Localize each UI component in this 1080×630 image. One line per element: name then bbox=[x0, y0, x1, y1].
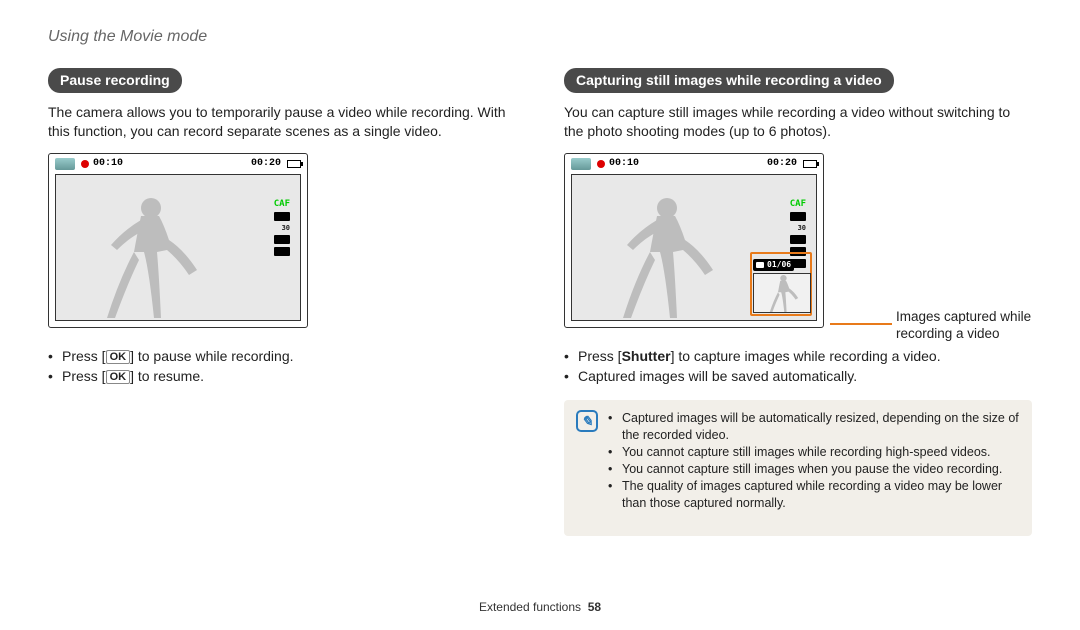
note-item: Captured images will be automatically re… bbox=[608, 410, 1020, 444]
shutter-label: Shutter bbox=[622, 348, 671, 364]
note-list: Captured images will be automatically re… bbox=[608, 410, 1020, 511]
footer-section: Extended functions bbox=[479, 600, 581, 614]
instruction-item: Captured images will be saved automatica… bbox=[564, 366, 1032, 386]
battery-icon bbox=[803, 160, 817, 168]
instruction-item: Press [Shutter] to capture images while … bbox=[564, 346, 1032, 366]
ok-button-label: OK bbox=[106, 350, 131, 364]
indicator-text: 30 bbox=[282, 224, 290, 232]
note-item: You cannot capture still images while re… bbox=[608, 444, 1020, 461]
thumb-count: 01/06 bbox=[767, 261, 791, 269]
instruction-list-left: Press [OK] to pause while recording. Pre… bbox=[48, 346, 516, 387]
page-section-title: Using the Movie mode bbox=[48, 28, 1032, 46]
instruction-item: Press [OK] to resume. bbox=[48, 366, 516, 386]
time-remain: 00:20 bbox=[767, 158, 797, 169]
indicator-text: 30 bbox=[798, 224, 806, 232]
indicator-icon bbox=[274, 247, 290, 256]
lcd-screenshot-left: 00:10 00:20 CAF 30 bbox=[48, 153, 308, 328]
record-icon bbox=[597, 160, 605, 168]
callout-line bbox=[830, 323, 892, 325]
indicator-icon bbox=[790, 235, 806, 244]
footer-page-number: 58 bbox=[588, 600, 601, 614]
note-item: You cannot capture still images when you… bbox=[608, 461, 1020, 478]
para-capture-stills: You can capture still images while recor… bbox=[564, 103, 1032, 141]
figure-skater-illustration bbox=[89, 190, 199, 320]
instruction-list-right: Press [Shutter] to capture images while … bbox=[564, 346, 1032, 387]
instruction-item: Press [OK] to pause while recording. bbox=[48, 346, 516, 366]
indicator-icon bbox=[790, 212, 806, 221]
para-pause-recording: The camera allows you to temporarily pau… bbox=[48, 103, 516, 141]
lcd-screenshot-right: 00:10 00:20 CAF 30 bbox=[564, 153, 824, 328]
camera-icon bbox=[756, 262, 764, 268]
note-item: The quality of images captured while rec… bbox=[608, 478, 1020, 512]
mode-icon bbox=[571, 158, 591, 170]
time-elapsed: 00:10 bbox=[93, 158, 123, 169]
note-box: ✎ Captured images will be automatically … bbox=[564, 400, 1032, 535]
caf-indicator: CAF bbox=[274, 199, 290, 209]
indicator-icon bbox=[274, 212, 290, 221]
left-column: Pause recording The camera allows you to… bbox=[48, 68, 516, 536]
callout-text: Images captured while recording a video bbox=[896, 308, 1032, 343]
battery-icon bbox=[287, 160, 301, 168]
capture-thumbnail: 01/06 bbox=[750, 252, 812, 316]
indicator-icon bbox=[274, 235, 290, 244]
note-icon: ✎ bbox=[576, 410, 598, 432]
figure-skater-illustration bbox=[605, 190, 715, 320]
record-icon bbox=[81, 160, 89, 168]
heading-pause-recording: Pause recording bbox=[48, 68, 182, 93]
time-elapsed: 00:10 bbox=[609, 158, 639, 169]
page-footer: Extended functions 58 bbox=[0, 600, 1080, 614]
time-remain: 00:20 bbox=[251, 158, 281, 169]
right-column: Capturing still images while recording a… bbox=[564, 68, 1032, 536]
caf-indicator: CAF bbox=[790, 199, 806, 209]
ok-button-label: OK bbox=[106, 370, 131, 384]
mode-icon bbox=[55, 158, 75, 170]
heading-capture-stills: Capturing still images while recording a… bbox=[564, 68, 894, 93]
